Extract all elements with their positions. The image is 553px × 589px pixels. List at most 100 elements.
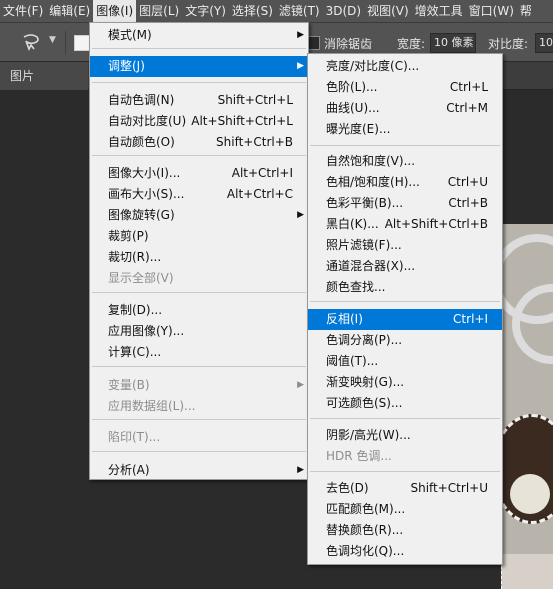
menubar-item[interactable]: 窗口(W) [466,0,517,22]
width-label: 宽度: [397,37,426,51]
menu-bar: 文件(F) 编辑(E) 图像(I) 图层(L) 文字(Y) 选择(S) 滤镜(T) 3D(D)… [0,0,553,22]
document-tab[interactable]: 图片271.jpg @ [0,62,88,111]
menu-item-label: 自动对比度(U) [108,114,187,128]
menu-item[interactable]: 颜色查找... [308,277,502,298]
menu-item-shortcut: Ctrl+B [448,196,488,210]
new-selection-button[interactable] [74,35,90,51]
menu-item[interactable]: 色阶(L)... Ctrl+L [308,77,502,98]
menu-item[interactable]: 分析(A) ▶ [90,460,308,481]
menu-item[interactable]: 阈值(T)... [308,351,502,372]
menubar-item[interactable]: 帮 [517,0,535,22]
menu-item[interactable]: 阴影/高光(W)... [308,425,502,446]
menubar-item[interactable]: 图像(I) [93,0,137,22]
menu-item-label: 色相/饱和度(H)... [326,175,420,189]
width-input[interactable]: 10 像素 [430,33,476,53]
menu-item[interactable]: 画布大小(S)... Alt+Ctrl+C [90,184,308,205]
menu-item: 显示全部(V) [90,268,308,289]
menu-divider [92,82,306,83]
menu-item-label: 曝光度(E)... [326,122,391,136]
menu-item-label: 色调均化(Q)... [326,544,405,558]
menubar-item[interactable]: 增效工具 [412,0,466,22]
menu-item-label: 匹配颜色(M)... [326,502,406,516]
menu-divider [92,419,306,420]
menu-item[interactable]: 反相(I) Ctrl+I [308,309,502,330]
menu-divider [310,145,500,146]
menu-item-label: 色阶(L)... [326,80,378,94]
menu-item-label: 亮度/对比度(C)... [326,59,420,73]
menu-item-shortcut: Ctrl+I [453,312,488,326]
menu-item[interactable]: 通道混合器(X)... [308,256,502,277]
menubar-item[interactable]: 选择(S) [229,0,276,22]
image-table [502,554,553,589]
menu-item-shortcut: Alt+Ctrl+C [226,187,293,201]
menu-item-shortcut: Shift+Ctrl+L [217,93,293,107]
menu-item[interactable]: 替换颜色(R)... [308,520,502,541]
menubar-item[interactable]: 文字(Y) [182,0,229,22]
menu-item-shortcut: Ctrl+U [447,175,488,189]
menu-item-label: 显示全部(V) [108,271,174,285]
image-menu: 模式(M) ▶ 调整(J) ▶ 自动色调(N) Shift+Ctrl+L 自动对比度(U) A… [89,22,309,480]
menu-item[interactable]: 去色(D) Shift+Ctrl+U [308,478,502,499]
menubar-item[interactable]: 滤镜(T) [276,0,323,22]
menu-item-label: 模式(M) [108,28,152,42]
menu-item-label: 自然饱和度(V)... [326,154,416,168]
menu-item[interactable]: 自动色调(N) Shift+Ctrl+L [90,90,308,111]
tool-preset-chevron-down-icon[interactable]: ▼ [49,35,56,45]
menu-item-label: 颜色查找... [326,280,386,294]
menu-item-label: 反相(I) [326,312,363,326]
menu-item[interactable]: 图像旋转(G) ▶ [90,205,308,226]
menubar-item[interactable]: 文件(F) [0,0,46,22]
menu-item[interactable]: 渐变映射(G)... [308,372,502,393]
menu-item-label: 调整(J) [108,59,145,73]
menu-item-label: 自动颜色(O) [108,135,175,149]
menu-item-label: 应用数据组(L)... [108,399,196,413]
menu-item-shortcut: Ctrl+L [449,80,488,94]
menu-item[interactable]: 匹配颜色(M)... [308,499,502,520]
menu-item[interactable]: 图像大小(I)... Alt+Ctrl+I [90,163,308,184]
contrast-label: 对比度: [488,37,529,51]
menu-item[interactable]: 色调均化(Q)... [308,541,502,562]
contrast-input[interactable]: 10% [535,33,553,53]
menu-item: 应用数据组(L)... [90,396,308,417]
menu-item[interactable]: 调整(J) ▶ [90,56,308,77]
menu-item-label: 渐变映射(G)... [326,375,405,389]
menu-item-label: 曲线(U)... [326,101,380,115]
menubar-item[interactable]: 图层(L) [136,0,182,22]
menu-item-label: 去色(D) [326,481,369,495]
menu-item-label: 计算(C)... [108,345,162,359]
menu-item[interactable]: 自动颜色(O) Shift+Ctrl+B [90,132,308,153]
menu-item[interactable]: 色彩平衡(B)... Ctrl+B [308,193,502,214]
menubar-item[interactable]: 3D(D) [323,0,364,22]
menu-item[interactable]: 模式(M) ▶ [90,25,308,46]
menu-item[interactable]: 计算(C)... [90,342,308,363]
submenu-arrow-icon: ▶ [297,61,304,71]
menu-item-label: 变量(B) [108,378,150,392]
menu-item-shortcut: Alt+Ctrl+I [231,166,293,180]
menu-item-shortcut: Ctrl+M [446,101,488,115]
menu-item[interactable]: 自然饱和度(V)... [308,151,502,172]
menu-item[interactable]: 自动对比度(U) Alt+Shift+Ctrl+L [90,111,308,132]
menu-item[interactable]: 复制(D)... [90,300,308,321]
menu-item[interactable]: 亮度/对比度(C)... [308,56,502,77]
menu-item-label: 替换颜色(R)... [326,523,404,537]
menu-item[interactable]: 裁切(R)... [90,247,308,268]
menu-item[interactable]: 曲线(U)... Ctrl+M [308,98,502,119]
menu-item[interactable]: 黑白(K)... Alt+Shift+Ctrl+B [308,214,502,235]
menubar-item[interactable]: 编辑(E) [46,0,93,22]
menu-item-label: 陷印(T)... [108,430,161,444]
document-image[interactable] [501,224,553,589]
menu-item[interactable]: 照片滤镜(F)... [308,235,502,256]
menu-item-shortcut: Alt+Shift+Ctrl+B [384,217,488,231]
menu-divider [92,366,306,367]
menu-item[interactable]: 色相/饱和度(H)... Ctrl+U [308,172,502,193]
menu-item[interactable]: 裁剪(P) [90,226,308,247]
menu-item-label: 黑白(K)... [326,217,379,231]
image-foam [510,474,550,514]
menu-item[interactable]: 可选颜色(S)... [308,393,502,414]
menu-item[interactable]: 曝光度(E)... [308,119,502,140]
menu-item[interactable]: 色调分离(P)... [308,330,502,351]
submenu-arrow-icon: ▶ [297,210,304,220]
lasso-icon[interactable] [20,33,44,53]
menubar-item[interactable]: 视图(V) [364,0,412,22]
menu-item[interactable]: 应用图像(Y)... [90,321,308,342]
